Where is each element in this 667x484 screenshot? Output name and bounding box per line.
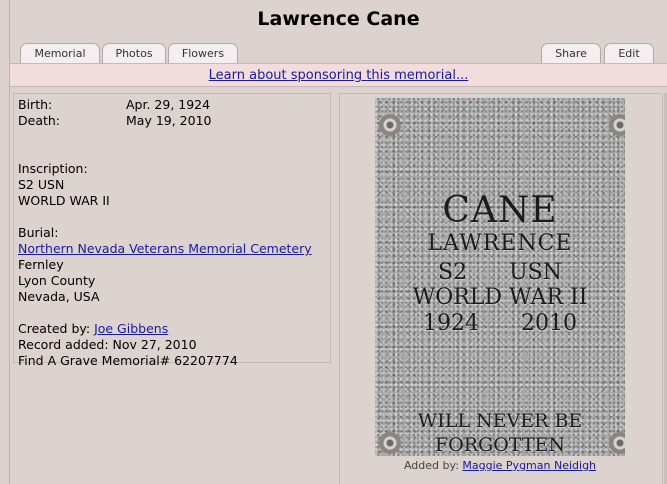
memorial-id: Find A Grave Memorial# 62207774 — [18, 353, 238, 368]
burial-label: Burial: — [18, 225, 59, 240]
tab-share[interactable]: Share — [541, 43, 601, 63]
memorial-info: Birth: Apr. 29, 1924 Death: May 19, 2010… — [13, 93, 331, 368]
tab-bar: Memorial Photos Flowers Share Edit — [10, 43, 667, 63]
rosette-icon — [379, 114, 401, 136]
tab-flowers[interactable]: Flowers — [168, 43, 238, 63]
headstone-epitaph-2: FORGOTTEN — [434, 434, 565, 456]
death-value: May 19, 2010 — [126, 113, 212, 128]
burial-city: Fernley — [18, 257, 64, 272]
record-added: Record added: Nov 27, 2010 — [18, 337, 197, 352]
photo-caption: Added by: Maggie Pygman Neidigh — [375, 459, 625, 472]
tab-photos[interactable]: Photos — [102, 43, 166, 63]
headstone-war: WORLD WAR II — [412, 285, 588, 310]
inscription-label: Inscription: — [18, 161, 88, 176]
sponsor-link[interactable]: Learn about sponsoring this memorial... — [209, 68, 469, 83]
cemetery-link[interactable]: Northern Nevada Veterans Memorial Cemete… — [18, 241, 312, 256]
burial-state: Nevada, USA — [18, 289, 100, 304]
birth-label: Birth: — [18, 97, 53, 112]
page: Lawrence Cane Memorial Photos Flowers Sh… — [0, 0, 667, 484]
photo-panel: CANE LAWRENCE S2 USN WORLD WAR II 1924 2… — [339, 93, 663, 484]
creator-link[interactable]: Joe Gibbens — [94, 321, 168, 336]
left-border — [0, 0, 10, 484]
headstone-surname: CANE — [442, 190, 558, 231]
death-label: Death: — [18, 113, 61, 128]
caption-prefix: Added by: — [403, 459, 459, 472]
birth-row: Birth: Apr. 29, 1924 — [18, 97, 326, 113]
page-title: Lawrence Cane — [257, 8, 420, 30]
tab-edit[interactable]: Edit — [604, 43, 654, 63]
headstone-epitaph-1: WILL NEVER BE — [417, 410, 583, 432]
created-by-label: Created by: — [18, 321, 91, 336]
inscription-line: WORLD WAR II — [18, 193, 110, 208]
sponsor-banner: Learn about sponsoring this memorial... — [10, 63, 667, 87]
inscription-line: S2 USN — [18, 177, 65, 192]
headstone-given-name: LAWRENCE — [427, 231, 573, 256]
death-row: Death: May 19, 2010 — [18, 113, 326, 129]
created-by-row: Created by: Joe Gibbens — [18, 321, 326, 337]
headstone-rank: S2 USN — [438, 260, 562, 285]
headstone-photo[interactable]: CANE LAWRENCE S2 USN WORLD WAR II 1924 2… — [375, 98, 625, 456]
rosette-icon — [609, 114, 625, 136]
photo-author-link[interactable]: Maggie Pygman Neidigh — [462, 459, 596, 472]
tab-memorial[interactable]: Memorial — [20, 43, 100, 63]
birth-value: Apr. 29, 1924 — [126, 97, 211, 112]
headstone-years: 1924 2010 — [423, 311, 577, 336]
burial-county: Lyon County — [18, 273, 96, 288]
